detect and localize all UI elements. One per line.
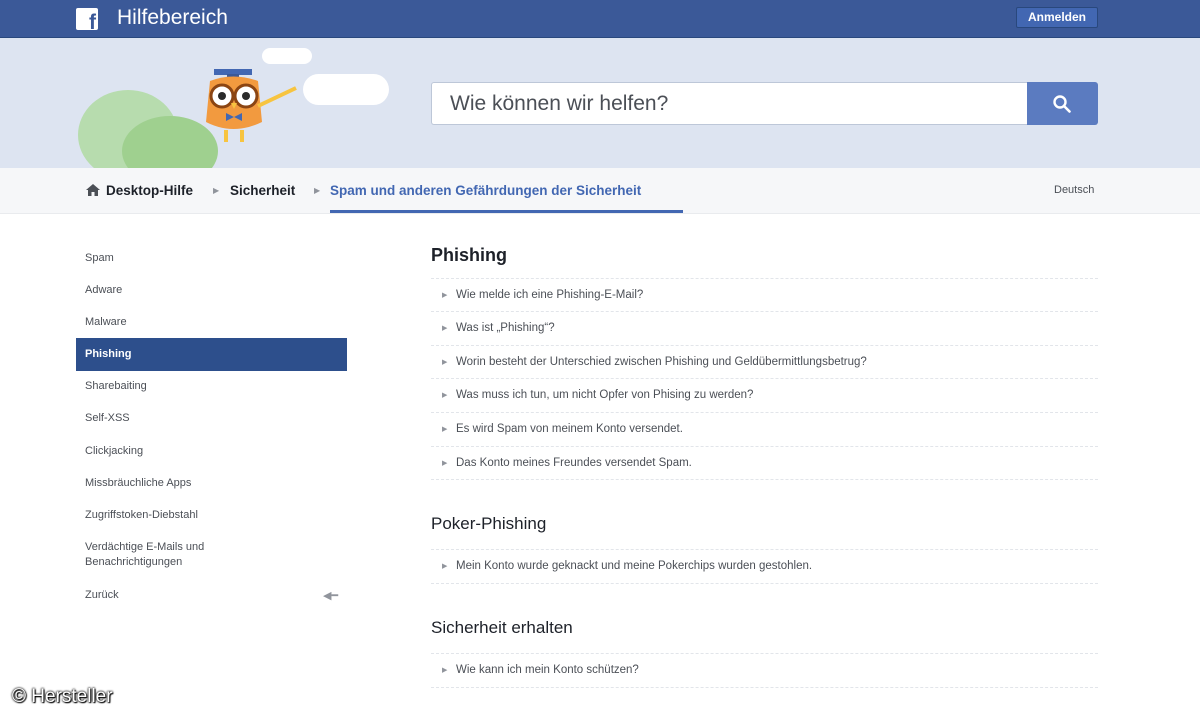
sidebar-item-sharebaiting[interactable]: Sharebaiting (76, 380, 347, 392)
expand-arrow-icon: ▶ (442, 667, 448, 674)
list-item[interactable]: ▶ Es wird Spam von meinem Konto versendet… (431, 412, 1098, 445)
breadcrumb-desktop-help[interactable]: Desktop-Hilfe (106, 183, 193, 198)
divider (431, 687, 1098, 688)
expand-arrow-icon: ▶ (442, 563, 448, 570)
home-icon (86, 184, 100, 196)
expand-arrow-icon: ▶ (442, 460, 448, 467)
breadcrumb-separator-icon: ▶ (213, 186, 220, 195)
search-icon (1053, 95, 1071, 113)
language-selector[interactable]: Deutsch (1054, 184, 1094, 196)
sidebar-item-back[interactable]: Zurück ◀━ (76, 589, 347, 602)
sidebar-item-self-xss[interactable]: Self-XSS (76, 412, 347, 424)
expand-arrow-icon: ▶ (442, 426, 448, 433)
list-item[interactable]: ▶ Worin besteht der Unterschied zwischen … (431, 345, 1098, 378)
copyright-watermark: © Hersteller (12, 686, 113, 707)
section-title-poker-phishing: Poker-Phishing (431, 514, 547, 533)
list-item[interactable]: ▶ Was ist „Phishing“? (431, 311, 1098, 344)
sidebar-item-label: Benachrichtigungen (85, 556, 183, 568)
expand-arrow-icon: ▶ (442, 359, 448, 366)
top-bar: f Hilfebereich Anmelden (0, 0, 1200, 38)
divider (431, 583, 1098, 584)
sidebar-item-abusive-apps[interactable]: Missbräuchliche Apps (76, 477, 347, 489)
breadcrumb-separator-icon: ▶ (314, 186, 321, 195)
sidebar-item-spam[interactable]: Spam (76, 252, 347, 264)
active-breadcrumb-underline (330, 210, 683, 213)
sidebar-item-phishing[interactable]: Phishing (76, 338, 347, 371)
expand-arrow-icon: ▶ (442, 325, 448, 332)
facebook-logo-icon[interactable]: f (76, 8, 98, 30)
breadcrumb: Desktop-Hilfe ▶ Sicherheit ▶ Spam und an… (0, 168, 1200, 214)
list-item[interactable]: ▶ Mein Konto wurde geknackt und meine Pok… (431, 549, 1098, 582)
search-input[interactable] (431, 82, 1028, 125)
section-title-phishing: Phishing (431, 245, 507, 265)
search-button[interactable] (1027, 82, 1098, 125)
sidebar-item-clickjacking[interactable]: Clickjacking (76, 445, 347, 457)
login-button[interactable]: Anmelden (1016, 7, 1098, 28)
cloud-illustration (303, 74, 389, 105)
sidebar-item-label: Verdächtige E-Mails und (85, 541, 205, 553)
sidebar-item-token-theft[interactable]: Zugriffstoken-Diebstahl (76, 509, 347, 521)
sidebar-item-malware[interactable]: Malware (76, 316, 347, 328)
cloud-illustration (262, 48, 312, 64)
back-arrow-icon: ◀━ (323, 590, 339, 602)
sidebar-item-adware[interactable]: Adware (76, 284, 347, 296)
divider (431, 479, 1098, 480)
list-item[interactable]: ▶ Wie melde ich eine Phishing-E-Mail? (431, 278, 1098, 311)
expand-arrow-icon: ▶ (442, 292, 448, 299)
hero-banner (0, 38, 1200, 168)
sidebar-item-label: Zurück (85, 589, 119, 601)
owl-mascot-icon (206, 69, 297, 142)
list-item[interactable]: ▶ Was muss ich tun, um nicht Opfer von Ph… (431, 378, 1098, 411)
search-box (431, 82, 1098, 125)
help-center-title[interactable]: Hilfebereich (117, 6, 228, 30)
breadcrumb-spam-threats[interactable]: Spam und anderen Gefährdungen der Sicher… (330, 183, 641, 198)
sidebar-item-suspicious-emails[interactable]: Verdächtige E-Mails und Benachrichtigung… (76, 541, 347, 568)
list-item[interactable]: ▶ Wie kann ich mein Konto schützen? (431, 653, 1098, 686)
breadcrumb-security[interactable]: Sicherheit (230, 183, 295, 198)
section-title-stay-secure: Sicherheit erhalten (431, 618, 573, 637)
list-item[interactable]: ▶ Das Konto meines Freundes versendet Spa… (431, 446, 1098, 479)
expand-arrow-icon: ▶ (442, 392, 448, 399)
